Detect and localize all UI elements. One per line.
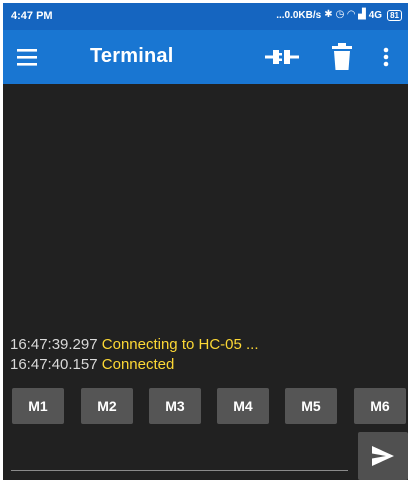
send-button[interactable] — [358, 432, 408, 480]
macro-button-m2[interactable]: M2 — [81, 388, 133, 424]
more-icon[interactable] — [380, 43, 392, 71]
log-timestamp: 16:47:39.297 — [10, 336, 98, 353]
status-time: 4:47 PM — [11, 10, 53, 22]
macro-button-m6[interactable]: M6 — [354, 388, 406, 424]
log-message: Connecting to HC-05 ... — [101, 336, 259, 353]
signal-icon: ▟ — [358, 9, 366, 20]
status-indicators: ...0.0KB/s ✱ ◷ ◠ ▟ 4G 81 — [276, 9, 402, 21]
alarm-icon: ◷ — [335, 9, 345, 20]
macro-button-row: M1 M2 M3 M4 M5 M6 — [3, 388, 408, 424]
macro-button-m3[interactable]: M3 — [149, 388, 201, 424]
log-line: 16:47:39.297 Connecting to HC-05 ... — [10, 336, 259, 353]
network-type: 4G — [368, 9, 383, 21]
menu-icon[interactable] — [15, 44, 43, 70]
battery-icon: 81 — [387, 9, 402, 21]
log-message: Connected — [101, 356, 175, 373]
macro-button-m1[interactable]: M1 — [12, 388, 64, 424]
bluetooth-icon: ✱ — [324, 9, 333, 20]
connect-icon[interactable] — [265, 45, 299, 69]
macro-button-m4[interactable]: M4 — [217, 388, 269, 424]
macro-button-m5[interactable]: M5 — [285, 388, 337, 424]
network-speed: ...0.0KB/s — [276, 9, 322, 21]
trash-icon[interactable] — [330, 43, 354, 71]
log-line: 16:47:40.157 Connected — [10, 356, 174, 373]
status-bar: 4:47 PM ...0.0KB/s ✱ ◷ ◠ ▟ 4G 81 — [3, 3, 408, 30]
app-bar: Terminal — [3, 30, 408, 84]
terminal-output: 16:47:39.297 Connecting to HC-05 ... 16:… — [3, 84, 408, 374]
send-icon — [372, 446, 394, 466]
send-text-input[interactable] — [11, 435, 352, 469]
phone-screen: 4:47 PM ...0.0KB/s ✱ ◷ ◠ ▟ 4G 81 Termina… — [3, 3, 408, 480]
app-title: Terminal — [90, 45, 174, 67]
wifi-icon: ◠ — [347, 9, 356, 20]
log-timestamp: 16:47:40.157 — [10, 356, 98, 373]
input-underline — [11, 470, 348, 471]
